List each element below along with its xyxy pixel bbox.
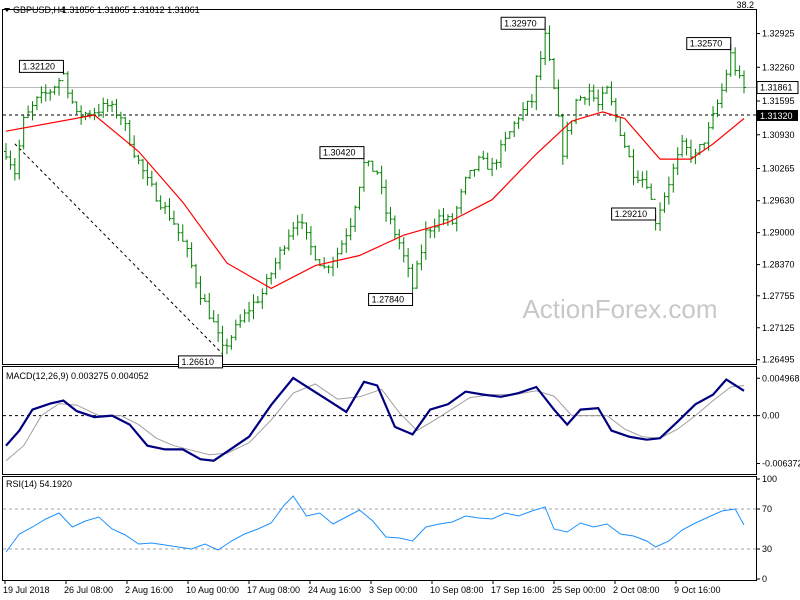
symbol-label: GBPUSD,H4 (13, 5, 65, 15)
rsi-title: RSI(14) 54.1920 (6, 479, 72, 489)
rsi-tick-label: 30 (762, 544, 772, 554)
time-tick-label: 25 Sep 00:00 (552, 585, 606, 595)
price-tick-label: 1.26495 (762, 355, 795, 365)
time-tick-label: 2 Aug 16:00 (125, 585, 173, 595)
time-tick-label: 10 Sep 08:00 (430, 585, 484, 595)
time-tick-label: 10 Aug 00:00 (186, 585, 239, 595)
price-tick-label: 1.30930 (762, 130, 795, 140)
current-price-label: 1.31861 (760, 83, 793, 93)
price-tick-label: 1.28370 (762, 260, 795, 270)
time-tick-label: 3 Sep 00:00 (369, 585, 418, 595)
macd-title: MACD(12,26,9) 0.003275 0.004052 (6, 371, 149, 381)
macd-tick-label: -0.006372 (762, 459, 800, 469)
annotation-label: 1.30420 (323, 148, 356, 158)
time-tick-label: 9 Oct 16:00 (674, 585, 721, 595)
price-tick-label: 1.30265 (762, 163, 795, 173)
rsi-tick-label: 0 (762, 574, 767, 584)
macd-tick-label: 0.004968 (762, 373, 800, 383)
chart-canvas: ActionForex.com GBPUSD,H4 1.31856 1.3186… (0, 0, 800, 600)
time-tick-label: 2 Oct 08:00 (613, 585, 660, 595)
time-tick-label: 17 Sep 16:00 (491, 585, 545, 595)
annotation-label: 1.26610 (182, 357, 215, 367)
price-tick-label: 1.32260 (762, 62, 795, 72)
time-tick-label: 24 Aug 16:00 (308, 585, 361, 595)
corner-value: 38.2 (736, 0, 754, 10)
annotation-label: 1.32570 (690, 39, 723, 49)
price-tick-label: 1.27125 (762, 323, 795, 333)
price-tick-label: 1.29630 (762, 196, 795, 206)
rsi-tick-label: 70 (762, 504, 772, 514)
annotation-label: 1.27840 (372, 294, 405, 304)
time-tick-label: 19 Jul 2018 (3, 585, 50, 595)
time-tick-label: 17 Aug 08:00 (247, 585, 300, 595)
ohlc-values: 1.31856 1.31865 1.31812 1.31861 (62, 5, 200, 15)
price-tick-label: 1.31595 (762, 96, 795, 106)
annotation-label: 1.29210 (615, 209, 648, 219)
rsi-tick-label: 100 (762, 474, 777, 484)
time-tick-label: 26 Jul 08:00 (64, 585, 113, 595)
price-tick-label: 1.29000 (762, 228, 795, 238)
level-price-label: 1.31320 (760, 111, 793, 121)
price-tick-label: 1.32925 (762, 29, 795, 39)
annotation-label: 1.32120 (22, 61, 55, 71)
macd-tick-label: 0.00 (762, 411, 780, 421)
price-tick-label: 1.27755 (762, 291, 795, 301)
annotation-label: 1.32970 (504, 18, 537, 28)
watermark: ActionForex.com (522, 294, 717, 324)
